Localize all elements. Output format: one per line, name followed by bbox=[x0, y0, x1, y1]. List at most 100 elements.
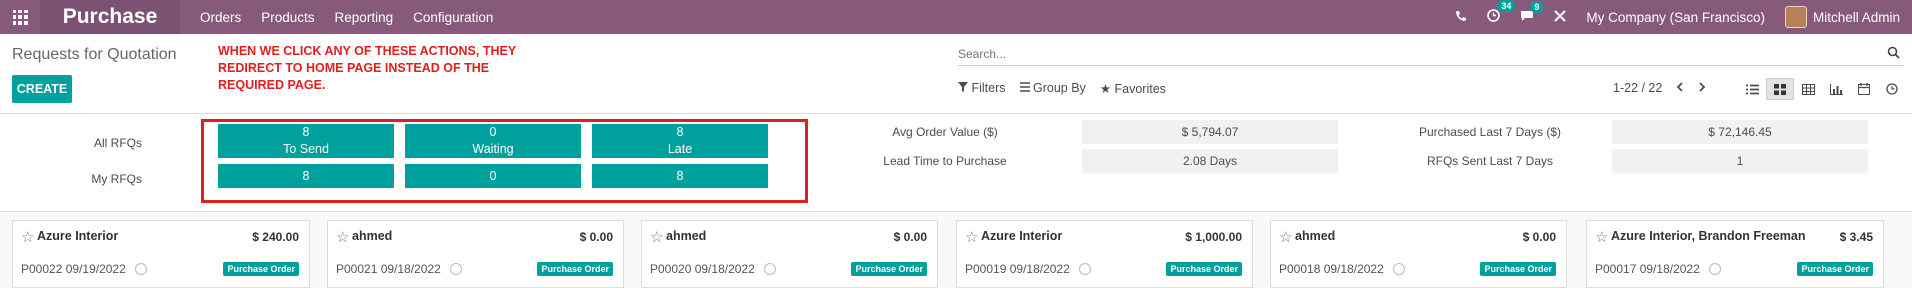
stat-label: RFQs Sent Last 7 Days bbox=[1426, 154, 1554, 168]
favorites-button[interactable]: ★ Favorites bbox=[1100, 81, 1166, 96]
card-amount: $ 1,000.00 bbox=[1185, 230, 1242, 244]
kanban-card[interactable]: ☆ ahmed $ 0.00 P00020 09/18/2022 Purchas… bbox=[641, 220, 938, 288]
activity-clock-icon[interactable] bbox=[1079, 263, 1091, 275]
star-icon[interactable]: ☆ bbox=[336, 228, 349, 246]
card-reference: P00018 09/18/2022 bbox=[1279, 262, 1384, 276]
menu-configuration[interactable]: Configuration bbox=[413, 10, 493, 25]
status-badge: Purchase Order bbox=[1480, 262, 1556, 276]
activity-view-icon[interactable] bbox=[1878, 78, 1906, 100]
status-badge: Purchase Order bbox=[851, 262, 927, 276]
stat-label: Lead Time to Purchase bbox=[883, 154, 1007, 168]
activity-clock-icon[interactable] bbox=[764, 263, 776, 275]
card-reference: P00020 09/18/2022 bbox=[650, 262, 755, 276]
card-reference: P00017 09/18/2022 bbox=[1595, 262, 1700, 276]
apps-grid-icon bbox=[12, 9, 28, 25]
menu-products[interactable]: Products bbox=[261, 10, 314, 25]
favorites-label: Favorites bbox=[1114, 82, 1166, 96]
status-badge: Purchase Order bbox=[537, 262, 613, 276]
pivot-view-icon[interactable] bbox=[1794, 78, 1822, 100]
breadcrumb: Requests for Quotation bbox=[12, 46, 177, 63]
messaging-button[interactable]: 9 bbox=[1520, 0, 1544, 25]
annotation-line: WHEN WE CLICK ANY OF THESE ACTIONS, THEY bbox=[218, 44, 517, 58]
avatar bbox=[1784, 6, 1807, 28]
star-icon[interactable]: ☆ bbox=[965, 228, 978, 246]
card-partner: ahmed bbox=[352, 229, 393, 243]
card-partner: Azure Interior bbox=[981, 229, 1063, 243]
activity-badge: 34 bbox=[1497, 0, 1516, 12]
purchase-dashboard: All RFQs My RFQs 8 To Send 0 Waiting 8 L… bbox=[0, 114, 1912, 212]
groupby-button[interactable]: Group By bbox=[1019, 81, 1086, 96]
graph-view-icon[interactable] bbox=[1822, 78, 1850, 100]
annotation-note: WHEN WE CLICK ANY OF THESE ACTIONS, THEY… bbox=[218, 43, 548, 94]
star-icon[interactable]: ☆ bbox=[1279, 228, 1292, 246]
menu-orders[interactable]: Orders bbox=[200, 10, 241, 25]
calendar-view-icon[interactable] bbox=[1850, 78, 1878, 100]
filter-icon bbox=[958, 82, 968, 92]
status-badge: Purchase Order bbox=[223, 262, 299, 276]
stat-value: 1 bbox=[1612, 149, 1868, 173]
star-icon: ★ bbox=[1099, 82, 1112, 96]
search-options: Filters Group By ★ Favorites bbox=[958, 81, 1166, 96]
annotation-line: REQUIRED PAGE. bbox=[218, 78, 326, 92]
stat-label: Purchased Last 7 Days ($) bbox=[1418, 125, 1562, 139]
view-switcher bbox=[1738, 78, 1906, 100]
pager: 1-22 / 22 bbox=[1613, 81, 1706, 95]
company-switcher[interactable]: My Company (San Francisco) bbox=[1586, 10, 1765, 25]
card-amount: $ 0.00 bbox=[893, 230, 927, 244]
apps-menu-button[interactable] bbox=[0, 0, 40, 34]
kanban-card[interactable]: ☆ Azure Interior, Brandon Freeman $ 3.45… bbox=[1586, 220, 1884, 288]
groupby-label: Group By bbox=[1033, 81, 1086, 95]
stat-label: Avg Order Value ($) bbox=[892, 125, 998, 139]
phone-icon[interactable] bbox=[1455, 10, 1467, 25]
top-navbar: Purchase Orders Products Reporting Confi… bbox=[0, 0, 1912, 34]
stat-value: $ 5,794.07 bbox=[1082, 120, 1338, 144]
navbar-systray: 34 9 My Company (San Francisco) Mitchell… bbox=[1455, 0, 1912, 28]
card-amount: $ 3.45 bbox=[1839, 230, 1873, 244]
filters-button[interactable]: Filters bbox=[958, 81, 1006, 96]
stat-value: 2.08 Days bbox=[1082, 149, 1338, 173]
card-partner: Azure Interior bbox=[37, 229, 119, 243]
kanban-card[interactable]: ☆ ahmed $ 0.00 P00018 09/18/2022 Purchas… bbox=[1270, 220, 1567, 288]
activity-button[interactable]: 34 bbox=[1487, 0, 1516, 25]
list-view-icon[interactable] bbox=[1738, 78, 1766, 100]
activity-clock-icon[interactable] bbox=[450, 263, 462, 275]
search-input[interactable] bbox=[958, 44, 1878, 64]
debug-tools-icon[interactable] bbox=[1554, 9, 1567, 25]
card-reference: P00021 09/18/2022 bbox=[336, 262, 441, 276]
card-partner: Azure Interior, Brandon Freeman bbox=[1611, 229, 1806, 243]
kanban-card[interactable]: ☆ ahmed $ 0.00 P00021 09/18/2022 Purchas… bbox=[327, 220, 624, 288]
kanban-card[interactable]: ☆ Azure Interior $ 240.00 P00022 09/19/2… bbox=[12, 220, 310, 288]
stat-value: $ 72,146.45 bbox=[1612, 120, 1868, 144]
kanban-view-icon[interactable] bbox=[1766, 78, 1794, 100]
kanban-card[interactable]: ☆ Azure Interior $ 1,000.00 P00019 09/18… bbox=[956, 220, 1253, 288]
annotation-line: REDIRECT TO HOME PAGE INSTEAD OF THE bbox=[218, 61, 490, 75]
my-rfqs-label: My RFQs bbox=[91, 172, 142, 186]
card-amount: $ 0.00 bbox=[579, 230, 613, 244]
search-icon[interactable] bbox=[1887, 46, 1900, 59]
star-icon[interactable]: ☆ bbox=[21, 228, 34, 246]
star-icon[interactable]: ☆ bbox=[650, 228, 663, 246]
control-panel: Requests for Quotation CREATE WHEN WE CL… bbox=[0, 34, 1912, 114]
main-menu: Orders Products Reporting Configuration bbox=[200, 10, 493, 25]
clock-icon bbox=[1487, 9, 1501, 22]
all-rfqs-label: All RFQs bbox=[94, 136, 142, 150]
list-icon bbox=[1019, 82, 1030, 92]
card-reference: P00019 09/18/2022 bbox=[965, 262, 1070, 276]
app-brand[interactable]: Purchase bbox=[40, 0, 180, 34]
activity-clock-icon[interactable] bbox=[1709, 263, 1721, 275]
card-amount: $ 0.00 bbox=[1522, 230, 1556, 244]
activity-clock-icon[interactable] bbox=[135, 263, 147, 275]
pager-next-icon[interactable] bbox=[1698, 81, 1706, 95]
menu-reporting[interactable]: Reporting bbox=[335, 10, 394, 25]
user-name: Mitchell Admin bbox=[1812, 9, 1900, 25]
activity-clock-icon[interactable] bbox=[1393, 263, 1405, 275]
card-amount: $ 240.00 bbox=[252, 230, 299, 244]
card-reference: P00022 09/19/2022 bbox=[21, 262, 126, 276]
pager-previous-icon[interactable] bbox=[1676, 81, 1684, 95]
user-menu[interactable]: Mitchell Admin bbox=[1784, 6, 1900, 28]
create-button[interactable]: CREATE bbox=[12, 75, 72, 103]
star-icon[interactable]: ☆ bbox=[1595, 228, 1608, 246]
status-badge: Purchase Order bbox=[1166, 262, 1242, 276]
pager-value[interactable]: 1-22 / 22 bbox=[1613, 81, 1662, 95]
card-partner: ahmed bbox=[1295, 229, 1336, 243]
